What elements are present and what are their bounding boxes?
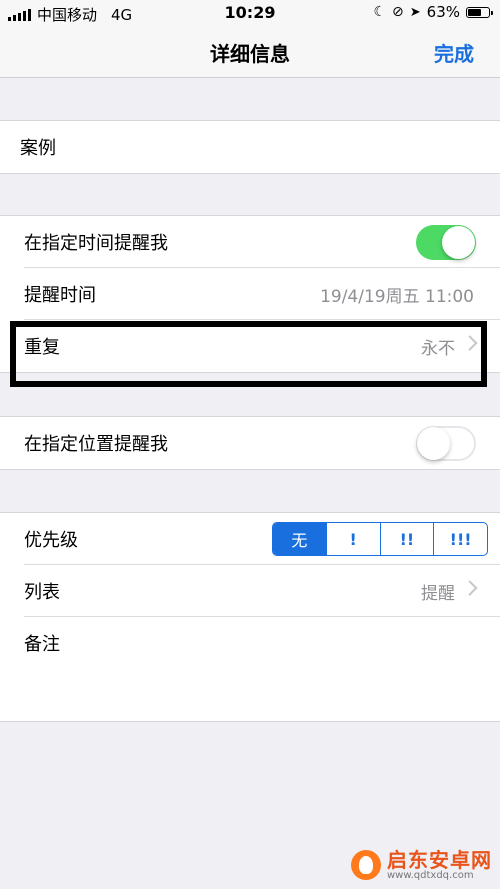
navigation-bar: 详细信息 完成 xyxy=(0,28,500,78)
watermark-url: www.qdtxdq.com xyxy=(387,869,474,881)
toggle-knob xyxy=(442,226,475,259)
toggle-knob xyxy=(417,427,450,460)
done-button[interactable]: 完成 xyxy=(434,38,474,67)
remind-time-label: 提醒时间 xyxy=(24,285,96,306)
remind-at-time-toggle[interactable] xyxy=(416,225,476,260)
remind-at-location-toggle[interactable] xyxy=(416,426,476,461)
time-group: 在指定时间提醒我 提醒时间 19/4/19周五 11:00 重复 永不 xyxy=(0,215,500,373)
battery-icon xyxy=(466,6,493,18)
reminder-title-row[interactable]: 案例 xyxy=(0,121,500,173)
remind-at-location-label: 在指定位置提醒我 xyxy=(24,434,168,455)
chevron-right-icon xyxy=(462,580,478,596)
list-value: 提醒 xyxy=(421,584,455,604)
watermark-text-block: 启东安卓网 www.qdtxdq.com xyxy=(387,847,492,882)
status-right: ☾ ⊘ ➤ 63% xyxy=(373,3,493,21)
repeat-row[interactable]: 重复 永不 xyxy=(0,320,500,372)
details-group: 优先级 无 ! !! !!! 列表 提醒 备注 xyxy=(0,512,500,722)
location-arrow-icon: ➤ xyxy=(409,4,421,20)
reminder-title[interactable]: 案例 xyxy=(20,134,56,160)
battery-percent: 63% xyxy=(426,3,460,21)
chevron-right-icon xyxy=(462,335,478,351)
priority-option-low[interactable]: ! xyxy=(325,523,380,555)
rotation-lock-icon: ⊘ xyxy=(392,4,404,20)
title-group: 案例 xyxy=(0,120,500,174)
priority-segmented-control: 无 ! !! !!! xyxy=(272,522,488,556)
priority-row: 优先级 无 ! !! !!! xyxy=(0,513,500,565)
priority-label: 优先级 xyxy=(24,530,78,551)
status-bar: 中国移动 4G 10:29 ☾ ⊘ ➤ 63% xyxy=(0,0,500,28)
list-row[interactable]: 列表 提醒 xyxy=(0,565,500,617)
priority-option-medium[interactable]: !! xyxy=(379,523,434,555)
list-label: 列表 xyxy=(24,582,60,603)
remind-at-time-row: 在指定时间提醒我 xyxy=(0,216,500,268)
priority-option-high[interactable]: !!! xyxy=(433,523,487,555)
remind-time-value: 19/4/19周五 11:00 xyxy=(320,287,474,307)
repeat-label: 重复 xyxy=(24,337,60,358)
notes-label[interactable]: 备注 xyxy=(24,630,60,656)
watermark: 启东安卓网 www.qdtxdq.com xyxy=(351,847,492,882)
remind-at-time-label: 在指定时间提醒我 xyxy=(24,233,168,254)
remind-time-row[interactable]: 提醒时间 19/4/19周五 11:00 xyxy=(0,268,500,320)
moon-icon: ☾ xyxy=(373,4,387,20)
page-title: 详细信息 xyxy=(210,42,290,66)
repeat-value: 永不 xyxy=(421,339,455,359)
watermark-title: 启东安卓网 xyxy=(387,847,492,872)
location-group: 在指定位置提醒我 xyxy=(0,416,500,470)
battery-fill xyxy=(468,8,481,16)
priority-option-none[interactable]: 无 xyxy=(273,523,326,555)
notes-row[interactable]: 备注 xyxy=(0,617,500,721)
remind-at-location-row: 在指定位置提醒我 xyxy=(0,417,500,469)
watermark-logo-icon xyxy=(351,850,381,881)
